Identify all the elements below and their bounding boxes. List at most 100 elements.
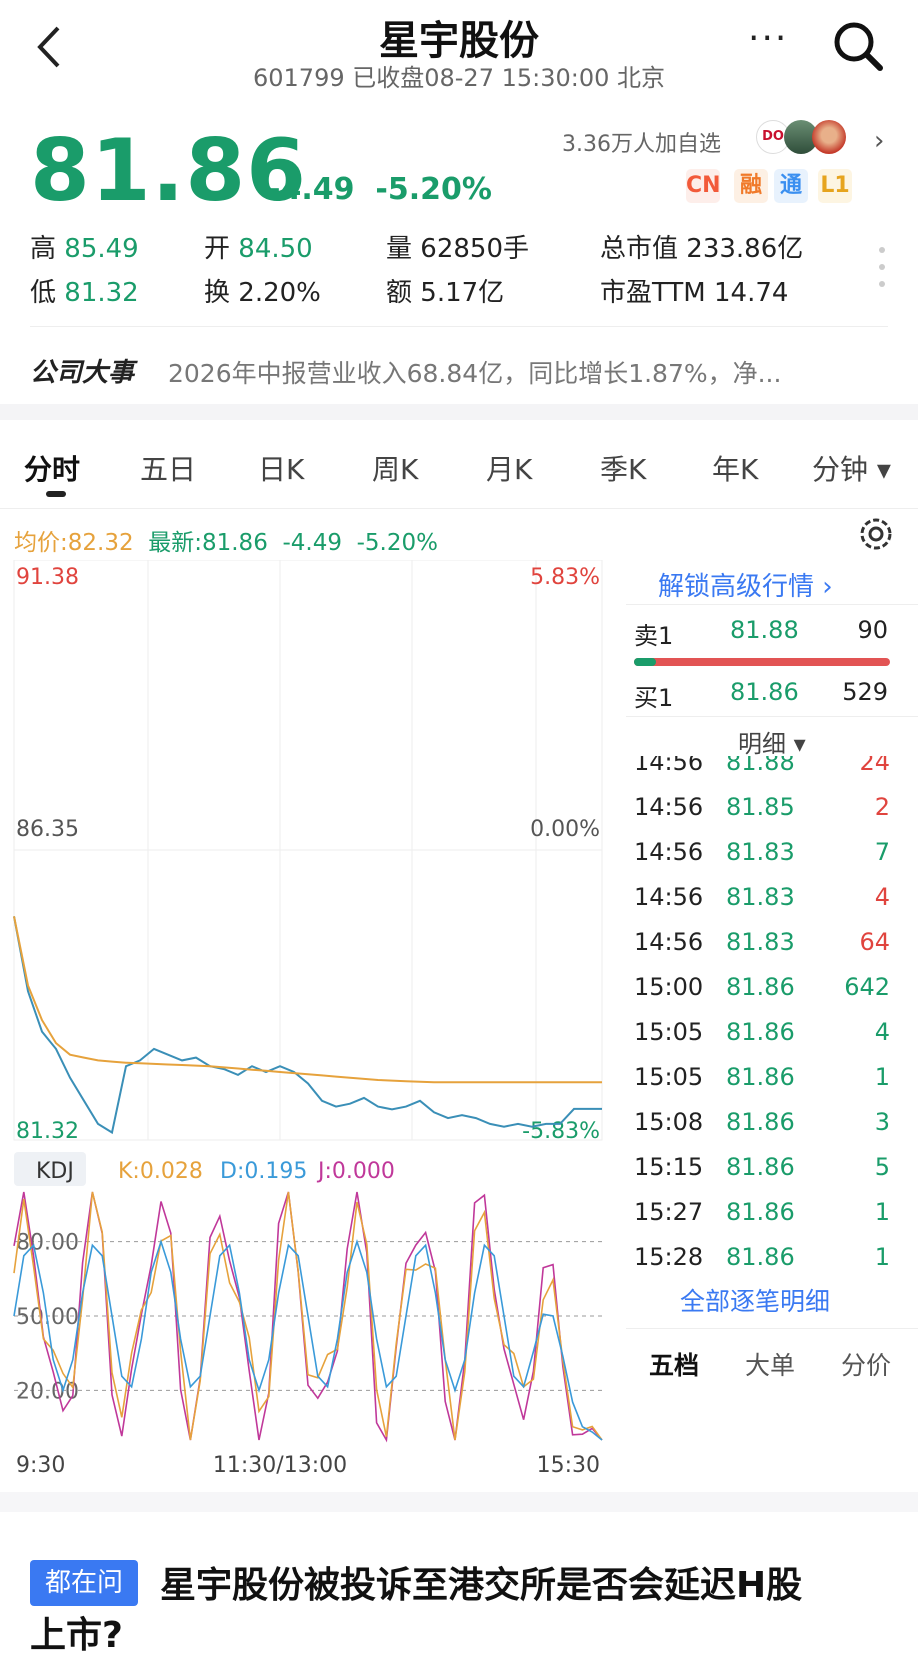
- tick-price: 81.86: [726, 1063, 795, 1091]
- average-line-info: 均价:82.32 最新:81.86 -4.49 -5.20%: [14, 530, 438, 556]
- tick-price: 81.83: [726, 928, 795, 956]
- tick-time: 14:56: [634, 793, 704, 821]
- header-bar: 星宇股份 601799 已收盘08-27 15:30:00 北京 ···: [0, 0, 918, 100]
- tick-price: 81.86: [726, 1108, 795, 1136]
- tick-row: 15:08 81.86 3: [626, 1102, 918, 1146]
- tick-volume: 64: [859, 928, 890, 956]
- tick-price: 81.86: [726, 973, 795, 1001]
- x-axis-start-label: 9:30: [16, 1453, 65, 1478]
- tick-price: 81.86: [726, 1153, 795, 1181]
- kdj-tick-label: 80.00: [16, 1231, 79, 1256]
- tick-price: 81.83: [726, 883, 795, 911]
- tick-row: 15:00 81.86 642: [626, 967, 918, 1011]
- buy1-label: 买1: [634, 684, 674, 712]
- buy1-volume: 529: [842, 678, 888, 706]
- tick-time: 14:56: [634, 756, 704, 776]
- y-axis-top-label: 91.38: [16, 565, 79, 590]
- tick-price: 81.86: [726, 1198, 795, 1226]
- avatar: [812, 120, 846, 154]
- change-percent: -5.20%: [375, 172, 492, 207]
- section-gap: [0, 1492, 918, 1512]
- news-title-continued[interactable]: 上市?: [30, 1606, 123, 1658]
- tick-time: 15:00: [634, 973, 704, 1001]
- detail-dropdown[interactable]: 明细 ▾: [738, 724, 806, 759]
- tick-volume: 1: [874, 1063, 890, 1091]
- tick-price: 81.86: [726, 1018, 795, 1046]
- depth-tab-1[interactable]: 大单: [722, 1346, 818, 1382]
- intraday-chart[interactable]: 91.38 86.35 81.32 5.83% 0.00% -5.83% KDJ K:0.02…: [0, 559, 626, 1480]
- tab-1[interactable]: 五日: [140, 448, 196, 488]
- stat-open: 开 84.50: [204, 234, 313, 264]
- tick-list[interactable]: 14:56 81.88 24 14:56 81.85 2 14:56 81.83 7 14:56 8…: [626, 756, 918, 1266]
- tick-time: 14:56: [634, 928, 704, 956]
- tick-volume: 5: [874, 1153, 890, 1181]
- stat-low: 低 81.32: [30, 278, 139, 308]
- depth-tab-0[interactable]: 五档: [626, 1346, 722, 1382]
- tick-volume: 2: [874, 793, 890, 821]
- tick-row: 15:15 81.86 5: [626, 1147, 918, 1191]
- pct-axis-top-label: 5.83%: [530, 565, 600, 590]
- stat-market-cap: 总市值 233.86亿: [600, 234, 804, 264]
- kdj-j-value: J:0.000: [316, 1159, 395, 1184]
- tick-price: 81.88: [726, 756, 795, 776]
- news-badge: 都在问: [30, 1560, 138, 1606]
- stat-high: 高 85.49: [30, 234, 139, 264]
- chevron-right-icon[interactable]: ›: [874, 126, 884, 156]
- price-line: [13, 916, 602, 1135]
- kdj-d-value: D:0.195: [220, 1159, 307, 1184]
- tick-volume: 4: [874, 1018, 890, 1046]
- tick-row: 14:56 81.83 7: [626, 832, 918, 876]
- buy-ratio-fill: [634, 658, 657, 666]
- vertical-dots-icon[interactable]: [876, 244, 888, 290]
- tick-row: 15:05 81.86 1: [626, 1057, 918, 1101]
- stat-volume: 量 62850手: [386, 234, 529, 264]
- divider: [0, 508, 918, 509]
- settings-gear-icon[interactable]: [856, 514, 896, 554]
- kdj-label: KDJ: [36, 1159, 74, 1184]
- tick-time: 14:56: [634, 838, 704, 866]
- unlock-advanced-quotes-link[interactable]: 解锁高级行情 ›: [658, 566, 833, 603]
- divider: [30, 326, 888, 327]
- stat-pe-ttm: 市盈TTM 14.74: [600, 278, 789, 308]
- tab-2[interactable]: 日K: [258, 448, 304, 488]
- tab-0[interactable]: 分时: [24, 448, 80, 488]
- stat-turnover: 换 2.20%: [204, 278, 321, 308]
- y-axis-mid-label: 86.35: [16, 817, 79, 842]
- tick-time: 15:05: [634, 1063, 704, 1091]
- tab-5[interactable]: 季K: [600, 448, 646, 488]
- tick-row: 14:56 81.88 24: [626, 756, 918, 786]
- tick-row: 15:28 81.86 1: [626, 1237, 918, 1266]
- more-icon[interactable]: ···: [748, 18, 788, 59]
- depth-tab-2[interactable]: 分价: [818, 1346, 914, 1382]
- follower-count[interactable]: 3.36万人加自选: [562, 126, 721, 158]
- tab-6[interactable]: 年K: [712, 448, 758, 488]
- tick-volume: 4: [874, 883, 890, 911]
- tick-volume: 24: [859, 756, 890, 776]
- stock-subtitle: 601799 已收盘08-27 15:30:00 北京: [252, 64, 666, 92]
- y-axis-bottom-label: 81.32: [16, 1119, 79, 1144]
- event-text[interactable]: 2026年中报营业收入68.84亿，同比增长1.87%，净...: [168, 354, 781, 390]
- order-book-panel: 解锁高级行情 › 卖1 81.88 90 买1 81.86 529 明细 ▾ 1…: [626, 560, 918, 1440]
- change-value: -4.49: [268, 172, 355, 207]
- divider: [626, 716, 918, 717]
- tab-7[interactable]: 分钟 ▾: [812, 448, 891, 488]
- tick-volume: 642: [844, 973, 890, 1001]
- market-badge: 通: [774, 169, 808, 203]
- search-icon[interactable]: [830, 18, 886, 74]
- all-tick-details-link[interactable]: 全部逐笔明细: [680, 1282, 830, 1318]
- buy1-price: 81.86: [730, 678, 799, 706]
- market-badge: L1: [818, 169, 852, 203]
- tick-time: 15:27: [634, 1198, 704, 1226]
- tick-price: 81.83: [726, 838, 795, 866]
- sell1-price: 81.88: [730, 616, 799, 644]
- divider: [626, 604, 918, 605]
- news-title[interactable]: 星宇股份被投诉至港交所是否会延迟H股: [160, 1556, 802, 1608]
- price-change: -4.49 -5.20%: [268, 172, 492, 207]
- tab-4[interactable]: 月K: [486, 448, 532, 488]
- sell1-volume: 90: [857, 616, 888, 644]
- tab-3[interactable]: 周K: [372, 448, 418, 488]
- tick-volume: 1: [874, 1198, 890, 1226]
- divider: [626, 1328, 918, 1329]
- event-label: 公司大事: [30, 358, 135, 388]
- tick-volume: 7: [874, 838, 890, 866]
